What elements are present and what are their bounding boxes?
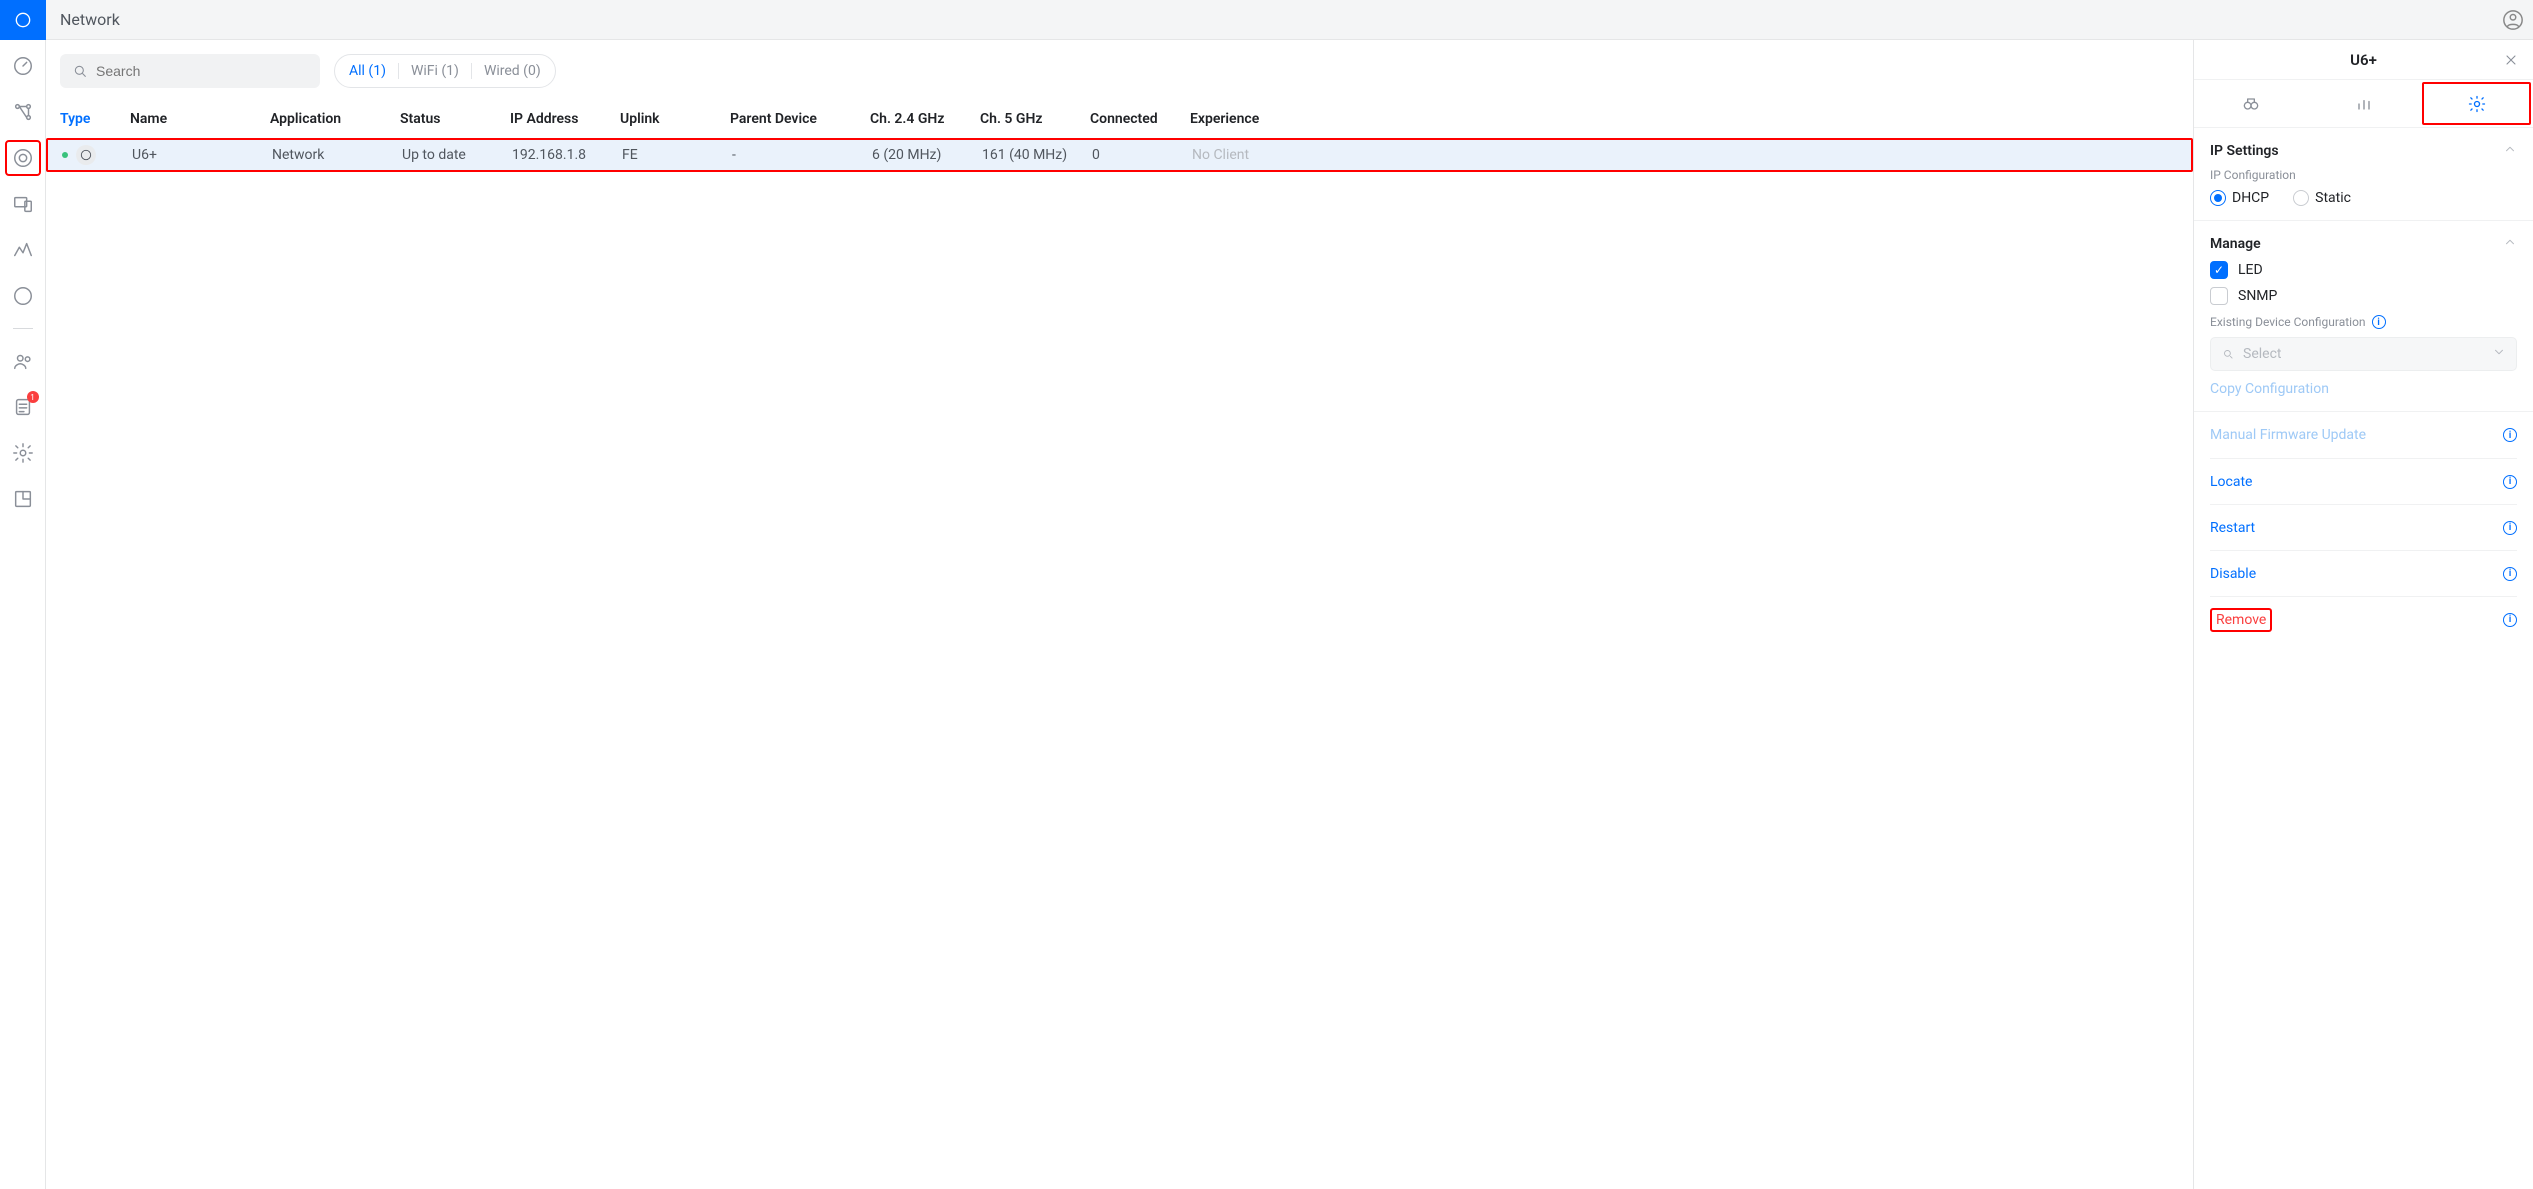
chevron-up-icon [2503, 235, 2517, 253]
led-row: LED [2210, 261, 2517, 279]
status-dot-icon [62, 152, 68, 158]
search-icon [72, 63, 88, 79]
th-status[interactable]: Status [400, 111, 510, 127]
device-table: Type Name Application Status IP Address … [46, 100, 2193, 172]
chevron-up-icon [2503, 142, 2517, 160]
search-icon [2221, 347, 2235, 361]
gear-icon [2467, 94, 2487, 114]
sidebar-badge: 1 [27, 391, 39, 403]
close-button[interactable] [2499, 48, 2523, 72]
cell-type [62, 145, 132, 165]
details-title: U6+ [2350, 51, 2377, 69]
sidebar-item-unifi-devices[interactable] [5, 140, 41, 176]
tab-insights[interactable] [2307, 80, 2420, 127]
sidebar-separator [13, 328, 33, 329]
app-logo[interactable] [0, 0, 46, 40]
th-connected[interactable]: Connected [1090, 111, 1190, 127]
tab-overview[interactable] [2194, 80, 2307, 127]
sidebar-item-topology[interactable] [5, 94, 41, 130]
tab-settings[interactable] [2420, 80, 2533, 127]
details-header: U6+ [2194, 40, 2533, 80]
section-manage: Manage LED SNMP Existing Devi [2194, 221, 2533, 412]
search-input[interactable] [60, 54, 320, 88]
sidebar-item-users[interactable] [5, 343, 41, 379]
th-application[interactable]: Application [270, 111, 400, 127]
th-type[interactable]: Type [60, 111, 130, 127]
sidebar-item-floorplan[interactable] [5, 481, 41, 517]
filter-wired[interactable]: Wired (0) [484, 63, 541, 79]
th-ip[interactable]: IP Address [510, 111, 620, 127]
ip-config-label: IP Configuration [2210, 168, 2517, 182]
section-ip-settings: IP Settings IP Configuration DHCP [2194, 128, 2533, 221]
toolbar: All (1) WiFi (1) Wired (0) [46, 54, 2193, 100]
cell-ch5: 161 (40 MHz) [982, 147, 1092, 163]
cell-uplink: FE [622, 147, 732, 163]
cell-name: U6+ [132, 147, 272, 163]
cell-application: Network [272, 147, 402, 163]
sidebar-item-system-log[interactable]: 1 [5, 389, 41, 425]
manage-header[interactable]: Manage [2210, 235, 2517, 253]
info-icon[interactable]: i [2503, 613, 2517, 627]
details-tabs [2194, 80, 2533, 128]
th-experience[interactable]: Experience [1190, 111, 1290, 127]
cell-status: Up to date [402, 147, 512, 163]
snmp-row: SNMP [2210, 287, 2517, 305]
info-icon[interactable]: i [2503, 475, 2517, 489]
filter-all[interactable]: All (1) [349, 63, 386, 79]
search-field[interactable] [96, 63, 308, 79]
sidebar: 1 [0, 40, 46, 1189]
existing-config-label: Existing Device Configuration i [2210, 315, 2517, 329]
checkbox-led[interactable] [2210, 261, 2228, 279]
action-restart[interactable]: Restart i [2210, 504, 2517, 550]
filter-group: All (1) WiFi (1) Wired (0) [334, 54, 556, 88]
action-list: Manual Firmware Update i Locate i Restar… [2194, 412, 2533, 642]
info-icon[interactable]: i [2503, 428, 2517, 442]
details-panel: U6+ [2193, 40, 2533, 1189]
action-disable[interactable]: Disable i [2210, 550, 2517, 596]
action-firmware[interactable]: Manual Firmware Update i [2210, 412, 2517, 458]
device-icon [76, 145, 96, 165]
th-ch5[interactable]: Ch. 5 GHz [980, 111, 1090, 127]
cell-experience: No Client [1192, 147, 1292, 163]
info-icon[interactable]: i [2503, 567, 2517, 581]
th-ch24[interactable]: Ch. 2.4 GHz [870, 111, 980, 127]
action-remove[interactable]: Remove i [2210, 596, 2517, 642]
radio-dhcp[interactable]: DHCP [2210, 190, 2269, 206]
cell-connected: 0 [1092, 147, 1192, 163]
binoculars-icon [2241, 94, 2261, 114]
sidebar-item-statistics[interactable] [5, 232, 41, 268]
table-row[interactable]: U6+ Network Up to date 192.168.1.8 FE - … [46, 138, 2193, 172]
th-parent[interactable]: Parent Device [730, 111, 870, 127]
filter-wifi[interactable]: WiFi (1) [411, 63, 459, 79]
th-name[interactable]: Name [130, 111, 270, 127]
cell-parent: - [732, 147, 872, 163]
info-icon[interactable]: i [2372, 315, 2386, 329]
cell-ch24: 6 (20 MHz) [872, 147, 982, 163]
user-avatar-icon[interactable] [2493, 0, 2533, 40]
checkbox-snmp[interactable] [2210, 287, 2228, 305]
top-bar: Network [0, 0, 2533, 40]
bars-icon [2354, 94, 2374, 114]
existing-config-select[interactable]: Select [2210, 337, 2517, 371]
sidebar-item-settings[interactable] [5, 435, 41, 471]
action-locate[interactable]: Locate i [2210, 458, 2517, 504]
cell-ip: 192.168.1.8 [512, 147, 622, 163]
sidebar-item-wifi-insights[interactable] [5, 278, 41, 314]
ip-settings-header[interactable]: IP Settings [2210, 142, 2517, 160]
sidebar-item-dashboard[interactable] [5, 48, 41, 84]
page-title: Network [60, 10, 120, 29]
table-header: Type Name Application Status IP Address … [46, 100, 2193, 138]
copy-config-link[interactable]: Copy Configuration [2210, 381, 2517, 397]
ip-config-radio-group: DHCP Static [2210, 190, 2517, 206]
th-uplink[interactable]: Uplink [620, 111, 730, 127]
sidebar-item-client-devices[interactable] [5, 186, 41, 222]
main-content: All (1) WiFi (1) Wired (0) Type Name App… [46, 40, 2193, 1189]
chevron-down-icon [2492, 345, 2506, 363]
info-icon[interactable]: i [2503, 521, 2517, 535]
radio-static[interactable]: Static [2293, 190, 2351, 206]
close-icon [2503, 52, 2519, 68]
